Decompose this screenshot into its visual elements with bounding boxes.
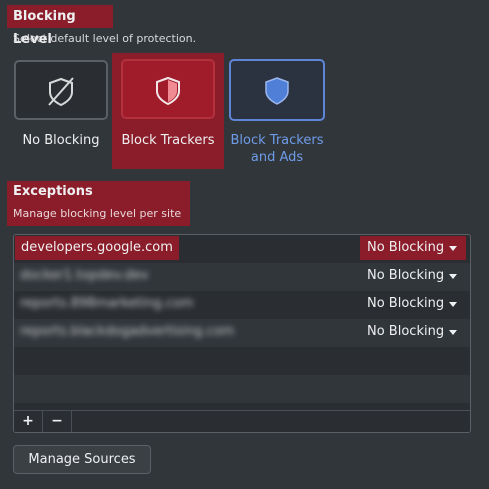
exception-level-select[interactable]: No Blocking — [360, 236, 466, 260]
empty-row — [14, 347, 470, 375]
chevron-down-icon — [449, 274, 457, 279]
exception-level-value: No Blocking — [367, 324, 445, 339]
empty-row — [14, 375, 470, 403]
block-trackers-ads-label-line2: and Ads — [250, 150, 304, 165]
block-trackers-ads-option[interactable] — [229, 59, 325, 121]
exception-level-value: No Blocking — [367, 268, 445, 283]
exception-level-value: No Blocking — [367, 296, 445, 311]
add-exception-button[interactable]: + — [14, 411, 43, 432]
exceptions-list: developers.google.com No Blocking docker… — [13, 234, 471, 433]
shield-half-icon — [156, 76, 180, 106]
exception-level-select[interactable]: No Blocking — [360, 320, 466, 344]
exception-level-value: No Blocking — [367, 240, 445, 255]
block-trackers-option[interactable] — [121, 59, 215, 119]
block-trackers-ads-label: Block Trackers and Ads — [219, 132, 335, 166]
exceptions-subtitle: Manage blocking level per site — [13, 207, 182, 220]
list-toolbar: + − — [14, 410, 470, 432]
exception-site: reports.898marketing.com — [20, 296, 194, 311]
exception-row[interactable]: developers.google.com No Blocking — [14, 235, 470, 263]
block-trackers-label: Block Trackers — [121, 133, 215, 148]
exception-row[interactable]: reports.blackdogadvertising.com No Block… — [14, 319, 470, 347]
block-trackers-ads-label-line1: Block Trackers — [230, 133, 324, 148]
shield-slash-icon — [48, 77, 74, 107]
no-blocking-option[interactable] — [14, 60, 108, 120]
no-blocking-label: No Blocking — [22, 133, 100, 148]
exception-site: developers.google.com — [15, 236, 179, 260]
exception-row[interactable]: docker1.topdev.dev No Blocking — [14, 263, 470, 291]
exception-level-select[interactable]: No Blocking — [360, 264, 466, 288]
exception-row[interactable]: reports.898marketing.com No Blocking — [14, 291, 470, 319]
manage-sources-button[interactable]: Manage Sources — [13, 445, 151, 474]
chevron-down-icon — [449, 302, 457, 307]
remove-exception-button[interactable]: − — [43, 411, 72, 432]
exception-site: reports.blackdogadvertising.com — [20, 324, 235, 339]
exceptions-heading: Exceptions — [13, 184, 93, 199]
exception-site: docker1.topdev.dev — [20, 268, 149, 283]
shield-full-icon — [265, 77, 289, 105]
blocking-level-subtitle: Select default level of protection. — [13, 32, 197, 45]
exception-level-select[interactable]: No Blocking — [360, 292, 466, 316]
blocking-level-heading: Blocking Level — [7, 5, 113, 47]
chevron-down-icon — [449, 246, 457, 251]
chevron-down-icon — [449, 330, 457, 335]
